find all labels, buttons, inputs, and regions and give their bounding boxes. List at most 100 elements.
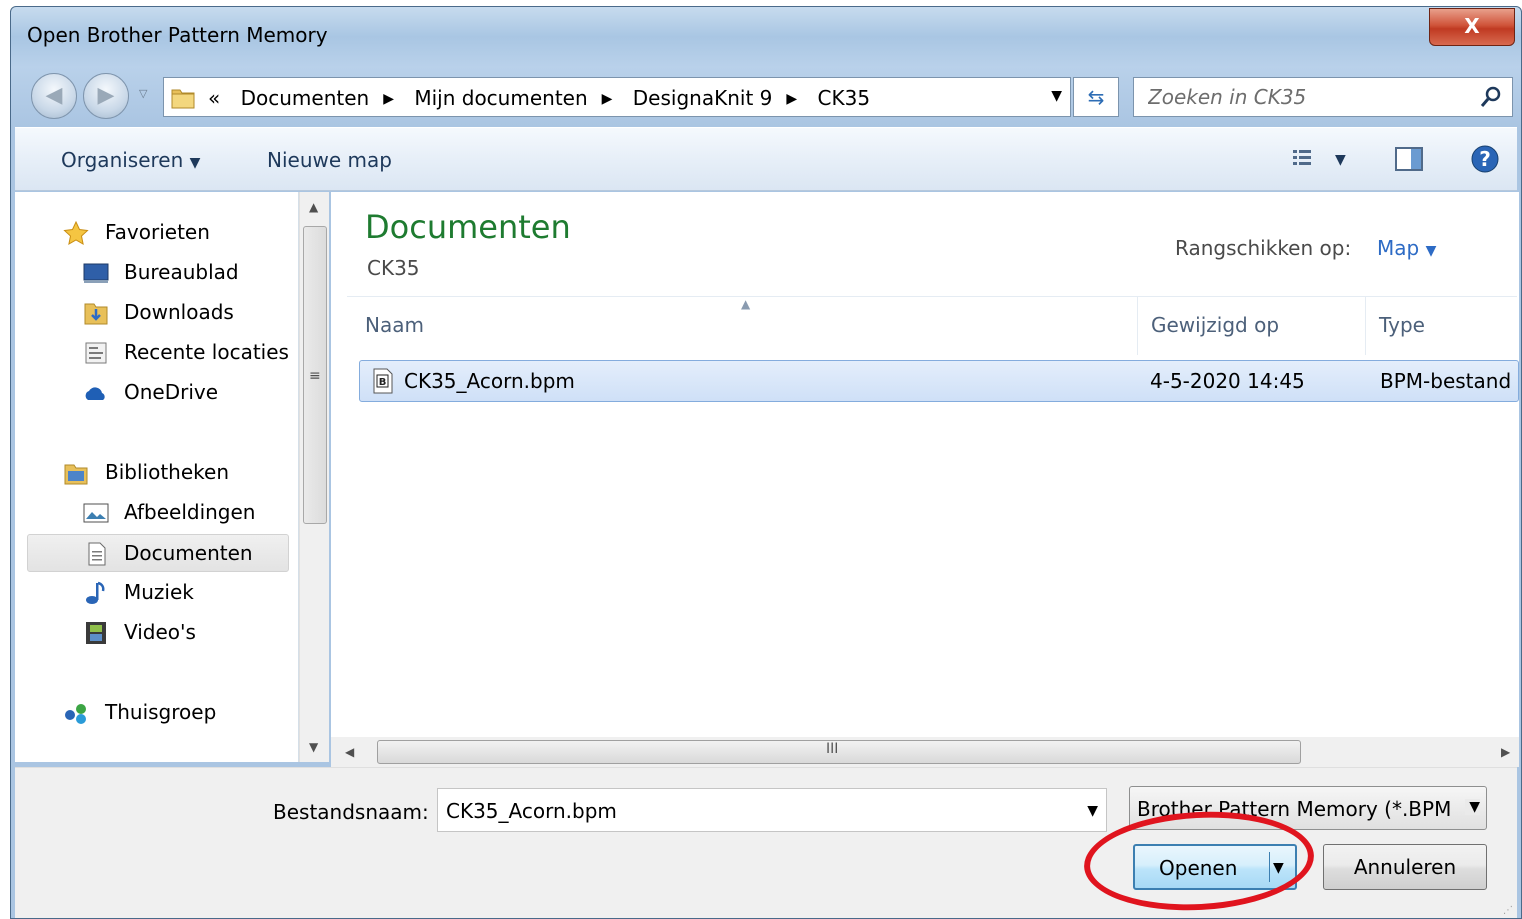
- desktop-icon: [83, 263, 109, 283]
- film-strip-icon: [86, 622, 106, 644]
- nav-item-label: Video's: [124, 620, 196, 644]
- file-modified: 4-5-2020 14:45: [1150, 369, 1305, 393]
- help-icon[interactable]: ?: [1469, 144, 1501, 174]
- music-note-icon: [86, 581, 105, 604]
- search-icon[interactable]: [1478, 84, 1504, 110]
- file-row[interactable]: B CK35_Acorn.bpm 4-5-2020 14:45 BPM-best…: [359, 360, 1519, 402]
- view-options-icon[interactable]: [1291, 144, 1323, 174]
- downloads-folder-icon: [84, 303, 108, 325]
- refresh-icon: ⇆: [1087, 85, 1105, 109]
- column-modified[interactable]: Gewijzigd op: [1151, 313, 1279, 337]
- recent-places-icon: [85, 342, 107, 364]
- breadcrumb-ck35[interactable]: CK35: [818, 86, 871, 110]
- command-toolbar: Organiseren ▼ Nieuwe map ▼ ?: [15, 127, 1517, 191]
- file-type: BPM-bestand: [1380, 369, 1512, 393]
- breadcrumb: « Documenten ▶ Mijn documenten ▶ DesignaKn…: [208, 86, 870, 110]
- cancel-button[interactable]: Annuleren: [1323, 844, 1487, 890]
- column-name[interactable]: Naam: [365, 313, 424, 337]
- view-dropdown-icon[interactable]: ▼: [1335, 152, 1346, 168]
- bpm-file-icon: B: [373, 368, 393, 394]
- nav-music[interactable]: Muziek: [15, 574, 295, 612]
- scroll-left-icon[interactable]: ◀: [345, 745, 354, 759]
- window-title: Open Brother Pattern Memory: [27, 23, 328, 47]
- resize-grip-icon[interactable]: ⋰: [1503, 905, 1513, 916]
- column-divider[interactable]: [1137, 297, 1138, 355]
- file-list-scroll-thumb[interactable]: III: [377, 740, 1301, 764]
- breadcrumb-designaknit[interactable]: DesignaKnit 9: [633, 86, 773, 110]
- breadcrumb-separator-icon[interactable]: ▶: [383, 91, 394, 107]
- open-file-dialog: Open Brother Pattern Memory X ◀ ▶ ▽ « Do…: [10, 6, 1522, 919]
- scroll-right-icon[interactable]: ▶: [1501, 745, 1510, 759]
- folder-icon: [171, 89, 195, 109]
- scroll-up-icon[interactable]: ▲: [309, 200, 318, 214]
- organize-menu[interactable]: Organiseren ▼: [61, 148, 200, 172]
- nav-homegroup[interactable]: Thuisgroep: [15, 694, 295, 732]
- nav-documents[interactable]: Documenten: [27, 534, 289, 572]
- svg-text:B: B: [379, 377, 387, 388]
- nav-item-label: Bureaublad: [124, 260, 239, 284]
- file-list-pane: Documenten CK35 Rangschikken op: Map ▼ ▲…: [331, 192, 1519, 762]
- arrange-by-value: Map: [1377, 236, 1420, 260]
- homegroup-icon: [65, 704, 86, 724]
- back-arrow-icon: ◀: [45, 83, 63, 108]
- column-divider[interactable]: [1365, 297, 1366, 355]
- file-name: CK35_Acorn.bpm: [404, 369, 575, 393]
- breadcrumb-separator-icon[interactable]: ▶: [786, 91, 797, 107]
- library-subtitle: CK35: [367, 256, 420, 280]
- filename-value[interactable]: CK35_Acorn.bpm: [446, 799, 617, 823]
- nav-favorites[interactable]: Favorieten: [15, 214, 295, 252]
- nav-videos[interactable]: Video's: [15, 614, 295, 652]
- nav-onedrive[interactable]: OneDrive: [15, 374, 295, 412]
- forward-button[interactable]: ▶: [83, 73, 129, 119]
- nav-downloads[interactable]: Downloads: [15, 294, 295, 332]
- file-list-scrollbar[interactable]: ◀ III ▶: [331, 737, 1519, 767]
- cloud-icon: [85, 387, 105, 400]
- svg-text:?: ?: [1479, 147, 1491, 171]
- new-folder-button[interactable]: Nieuwe map: [267, 148, 392, 172]
- forward-arrow-icon: ▶: [97, 83, 115, 108]
- close-button[interactable]: X: [1429, 8, 1515, 46]
- recent-locations-dropdown[interactable]: ▽: [139, 87, 147, 100]
- preview-pane-icon[interactable]: [1393, 144, 1425, 174]
- chevron-down-icon: ▼: [189, 155, 201, 171]
- back-button[interactable]: ◀: [31, 73, 77, 119]
- nav-pictures[interactable]: Afbeeldingen: [15, 494, 295, 532]
- pictures-icon: [83, 503, 109, 523]
- nav-scrollbar[interactable]: ▲ ≡ ▼: [299, 192, 329, 762]
- breadcrumb-overflow[interactable]: «: [208, 86, 220, 110]
- search-input[interactable]: [1148, 84, 1468, 110]
- nav-desktop[interactable]: Bureaublad: [15, 254, 295, 292]
- navigation-pane: Favorieten Bureaublad Downloads Recente …: [15, 192, 299, 762]
- filename-dropdown-icon[interactable]: ▼: [1087, 803, 1098, 819]
- breadcrumb-separator-icon[interactable]: ▶: [602, 91, 613, 107]
- sort-ascending-icon: ▲: [741, 297, 751, 311]
- refresh-button[interactable]: ⇆: [1073, 77, 1119, 117]
- libraries-icon: [64, 464, 88, 485]
- column-type[interactable]: Type: [1379, 313, 1425, 337]
- star-icon: [63, 221, 89, 245]
- filename-field[interactable]: CK35_Acorn.bpm ▼: [437, 788, 1107, 832]
- scroll-down-icon[interactable]: ▼: [309, 740, 318, 754]
- nav-item-label: Recente locaties: [124, 340, 289, 364]
- nav-libraries[interactable]: Bibliotheken: [15, 454, 295, 492]
- organize-label: Organiseren: [61, 148, 184, 172]
- nav-recent-places[interactable]: Recente locaties: [15, 334, 295, 372]
- chevron-down-icon: ▼: [1425, 243, 1437, 259]
- title-bar: Open Brother Pattern Memory X: [11, 7, 1521, 67]
- documents-icon: [88, 542, 106, 566]
- nav-item-label: OneDrive: [124, 380, 219, 404]
- library-title: Documenten: [365, 208, 571, 246]
- arrange-by-label: Rangschikken op:: [1175, 236, 1352, 260]
- breadcrumb-mijn-documenten[interactable]: Mijn documenten: [414, 86, 587, 110]
- arrange-by-dropdown[interactable]: Map ▼: [1377, 236, 1436, 260]
- breadcrumb-documenten[interactable]: Documenten: [241, 86, 370, 110]
- scroll-grip-icon: III: [826, 741, 839, 757]
- address-dropdown-icon[interactable]: ▼: [1051, 88, 1062, 104]
- chevron-down-icon[interactable]: ▼: [1465, 799, 1480, 815]
- scroll-grip-icon: ≡: [309, 368, 321, 384]
- nav-item-label: Documenten: [124, 541, 253, 565]
- search-box[interactable]: [1133, 77, 1513, 117]
- nav-item-label: Downloads: [124, 300, 234, 324]
- address-bar[interactable]: « Documenten ▶ Mijn documenten ▶ DesignaKn…: [163, 77, 1071, 117]
- filename-label: Bestandsnaam:: [273, 800, 429, 824]
